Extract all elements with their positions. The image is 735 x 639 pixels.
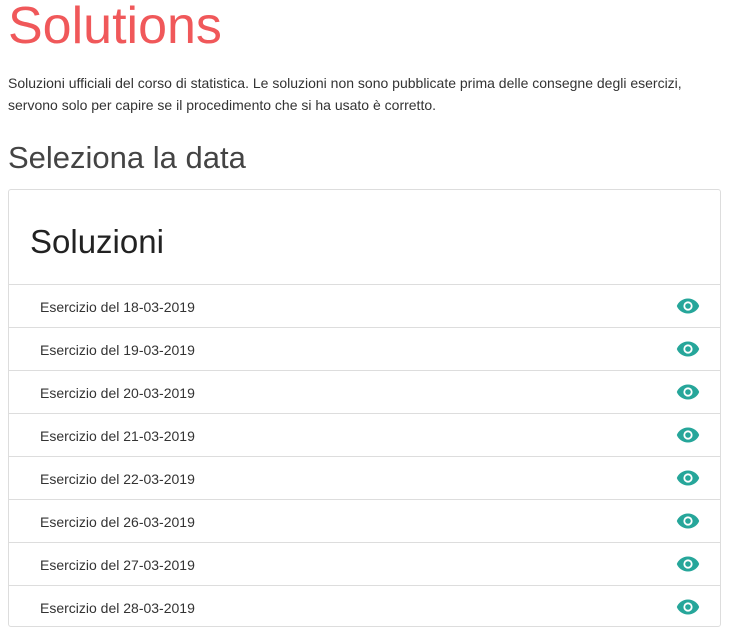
eye-icon[interactable]	[676, 340, 700, 358]
eye-icon[interactable]	[676, 383, 700, 401]
card-title: Soluzioni	[30, 223, 164, 260]
list-item[interactable]: Esercizio del 19-03-2019	[9, 328, 720, 371]
list-item[interactable]: Esercizio del 28-03-2019	[9, 586, 720, 629]
list-item[interactable]: Esercizio del 20-03-2019	[9, 371, 720, 414]
list-item-label: Esercizio del 28-03-2019	[40, 600, 195, 616]
page-title: Solutions	[8, 0, 222, 55]
list-item-label: Esercizio del 21-03-2019	[40, 428, 195, 444]
list-item-label: Esercizio del 27-03-2019	[40, 557, 195, 573]
list-item[interactable]: Esercizio del 27-03-2019	[9, 543, 720, 586]
eye-icon[interactable]	[676, 469, 700, 487]
intro-text: Soluzioni ufficiali del corso di statist…	[8, 75, 682, 113]
eye-icon[interactable]	[676, 555, 700, 573]
list-item-label: Esercizio del 22-03-2019	[40, 471, 195, 487]
section-heading: Seleziona la data	[8, 140, 246, 175]
eye-icon[interactable]	[676, 297, 700, 315]
card-header: Soluzioni	[9, 190, 720, 285]
eye-icon[interactable]	[676, 512, 700, 530]
eye-icon[interactable]	[676, 426, 700, 444]
list-item-label: Esercizio del 19-03-2019	[40, 342, 195, 358]
list-item-label: Esercizio del 26-03-2019	[40, 514, 195, 530]
list-item[interactable]: Esercizio del 21-03-2019	[9, 414, 720, 457]
list-item-label: Esercizio del 20-03-2019	[40, 385, 195, 401]
list-item[interactable]: Esercizio del 22-03-2019	[9, 457, 720, 500]
solutions-card: Soluzioni Esercizio del 18-03-2019 Eserc…	[8, 189, 721, 627]
eye-icon[interactable]	[676, 598, 700, 616]
list-item[interactable]: Esercizio del 18-03-2019	[9, 285, 720, 328]
list-item[interactable]: Esercizio del 26-03-2019	[9, 500, 720, 543]
list-item-label: Esercizio del 18-03-2019	[40, 299, 195, 315]
solutions-list: Esercizio del 18-03-2019 Esercizio del 1…	[9, 285, 720, 629]
